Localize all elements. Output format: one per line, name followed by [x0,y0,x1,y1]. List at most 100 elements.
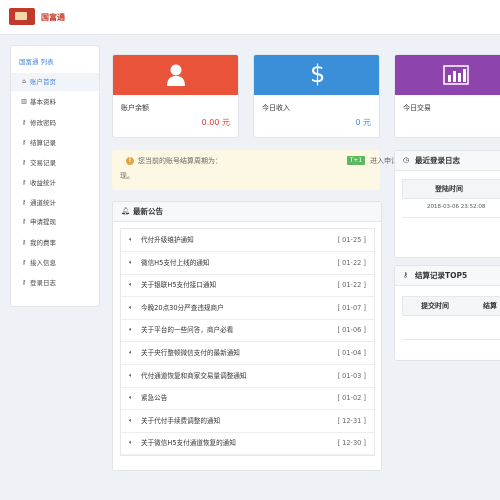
settlement-top-header: ⚷ 结算记录TOP5 [395,266,500,286]
announcement-item[interactable]: 🔈︎ 关于代付手续费调整的通知 [ 12-31 ] [121,410,374,433]
speaker-icon: 🔈︎ [129,371,133,379]
sidebar-item[interactable]: ⚷ 接入信息 [11,254,99,272]
sidebar-item-label: 通道统计 [30,199,56,207]
announcement-item[interactable]: 🔈︎ 今晚20点30分严查违规商户 [ 01-07 ] [121,297,374,320]
sidebar-item[interactable]: ⚷ 交易记录 [11,154,99,172]
announcement-date: [ 01-04 ] [337,349,367,357]
announcement-item[interactable]: 🔈︎ 关于央行整顿微信支付的最新通知 [ 01-04 ] [121,342,374,365]
key-icon: ⚷ [21,279,27,286]
sidebar-item[interactable]: ⚷ 修改密码 [11,114,99,132]
income-label: 今日收入 [262,104,290,112]
sidebar-item[interactable]: ⌂ 账户首页 [11,73,99,91]
chart-icon [443,65,469,85]
announcement-list: 🔈︎ 代付升级维护通知 [ 01-25 ] 🔈︎ 微信H5支付上线的通知 [ 01-22 … [120,228,375,456]
announcement-panel: 🔔︎ 最新公告 🔈︎ 代付升级维护通知 [ 01-25 ] 🔈︎ 微信H5支付上线的通知… [112,201,382,471]
settlement-header: 结算 [483,302,497,310]
sidebar-item[interactable]: ⚷ 我的费率 [11,234,99,252]
settlement-notice: ! 您当前的账号结算周期为： T+1 进入申请结算才可以划入余额提 现。 [112,150,468,190]
trade-label: 今日交易 [403,104,431,112]
settlement-cycle-badge: T+1 [347,156,365,165]
balance-card-band [113,55,238,95]
announcement-link[interactable]: 今晚20点30分严查违规商户 [141,297,224,319]
announcement-link[interactable]: 关于央行整顿微信支付的最新通知 [141,342,240,364]
settlement-top-panel: ⚷ 结算记录TOP5 提交时间 结算 [394,265,500,361]
brand-logo[interactable] [9,8,35,25]
submit-time-header: 提交时间 [421,302,449,310]
speaker-icon: 🔈︎ [129,439,133,447]
announcement-item[interactable]: 🔈︎ 关于微信H5支付通道恢复的通知 [ 12-30 ] [121,432,374,456]
notice-text-3: 现。 [120,172,134,180]
brand-name: 国富通 [41,13,65,22]
sidebar-item[interactable]: ⚷ 通道统计 [11,194,99,212]
sidebar-item[interactable]: ⚷ 申请提现 [11,213,99,231]
balance-label: 账户余额 [121,104,149,112]
announcement-link[interactable]: 关于微信H5支付通道恢复的通知 [141,432,236,454]
speaker-icon: 🔈︎ [129,394,133,402]
announcement-date: [ 12-30 ] [337,439,367,448]
trade-card-band [395,55,500,95]
announcement-link[interactable]: 紧急公告 [141,387,167,409]
sidebar-item[interactable]: ⚷ 登录日志 [11,274,99,292]
divider [402,339,500,340]
balance-card: 账户余额 0.00 元 [112,54,239,138]
announcement-item[interactable]: 🔈︎ 关于平台的一些问答，商户必看 [ 01-06 ] [121,319,374,343]
sidebar-item-label: 交易记录 [30,159,56,167]
sidebar-item[interactable]: ⚷ 收益统计 [11,174,99,192]
announcement-date: [ 12-31 ] [337,416,367,425]
announcement-link[interactable]: 代付升级维护通知 [141,229,194,251]
sidebar-title: 国富通 列表 [19,58,54,66]
sidebar-item-label: 申请提现 [30,218,56,226]
login-log-row: 2018-03-06 23:52:08 [427,204,486,210]
announcement-date: [ 01-03 ] [337,371,367,380]
announcement-link[interactable]: 关于代付手续费调整的通知 [141,410,220,432]
income-card: $ 今日收入 0 元 [253,54,380,138]
sidebar-item[interactable]: ▥ 基本资料 [11,93,99,111]
announcement-date: [ 01-07 ] [337,303,367,312]
announcement-link[interactable]: 代付通道恢复和商家交易量调整通知 [141,365,247,387]
clock-icon: ◷ [403,156,410,164]
announcement-date: [ 01-22 ] [337,281,367,290]
announcement-header: 🔔︎ 最新公告 [113,202,381,222]
warning-icon: ! [126,157,134,165]
login-time-header: 登陆时间 [435,185,463,193]
announcement-link[interactable]: 关于平台的一些问答，商户必看 [141,319,233,341]
key-icon: ⚷ [403,271,409,279]
sidebar-item-label: 收益统计 [30,179,56,187]
announcement-date: [ 01-06 ] [337,326,367,335]
sidebar: 国富通 列表 ⌂ 账户首页 ▥ 基本资料 ⚷ 修改密码 ⚷ 结算记录 ⚷ 交易记录 ⚷ 收益统计 ⚷ 通道… [10,45,100,307]
login-log-column-header: 登陆时间 [402,179,500,199]
announcement-date: [ 01-25 ] [337,236,367,244]
divider [402,217,500,218]
key-icon: ⚷ [21,119,27,126]
announcement-link[interactable]: 微信H5支付上线的通知 [141,252,210,274]
login-log-header: ◷ 最近登录日志 [395,151,500,171]
speaker-icon: 🔈︎ [129,258,133,266]
top-bar: 国富通 [0,0,500,35]
speaker-icon: 🔈︎ [129,303,133,311]
dollar-icon: $ [310,60,326,88]
login-log-panel: ◷ 最近登录日志 登陆时间 2018-03-06 23:52:08 [394,150,500,258]
sidebar-item-label: 登录日志 [30,279,56,287]
home-icon: ⌂ [22,78,26,85]
sidebar-item-label: 基本资料 [30,98,56,106]
sidebar-item-label: 结算记录 [30,139,56,147]
settlement-top-column-header: 提交时间 结算 [402,296,500,316]
announcement-item[interactable]: 🔈︎ 代付升级维护通知 [ 01-25 ] [121,229,374,252]
speaker-icon: 🔈︎ [129,281,133,289]
announcement-item[interactable]: 🔈︎ 代付通道恢复和商家交易量调整通知 [ 01-03 ] [121,365,374,388]
announcement-item[interactable]: 🔈︎ 关于银联H5支付接口通知 [ 01-22 ] [121,274,374,298]
sidebar-item-label: 接入信息 [30,259,56,267]
balance-value: 0.00 元 [201,118,230,127]
income-value: 0 元 [355,118,371,127]
speaker-icon: 🔈︎ [129,326,133,334]
key-icon: ⚷ [21,259,27,266]
announcement-item[interactable]: 🔈︎ 微信H5支付上线的通知 [ 01-22 ] [121,252,374,275]
income-card-band: $ [254,55,379,95]
key-icon: ⚷ [21,199,27,206]
key-icon: ⚷ [21,139,27,146]
user-icon [167,64,185,86]
announcement-link[interactable]: 关于银联H5支付接口通知 [141,274,216,296]
login-log-title: 最近登录日志 [415,156,460,165]
announcement-item[interactable]: 🔈︎ 紧急公告 [ 01-02 ] [121,387,374,411]
sidebar-item[interactable]: ⚷ 结算记录 [11,134,99,152]
